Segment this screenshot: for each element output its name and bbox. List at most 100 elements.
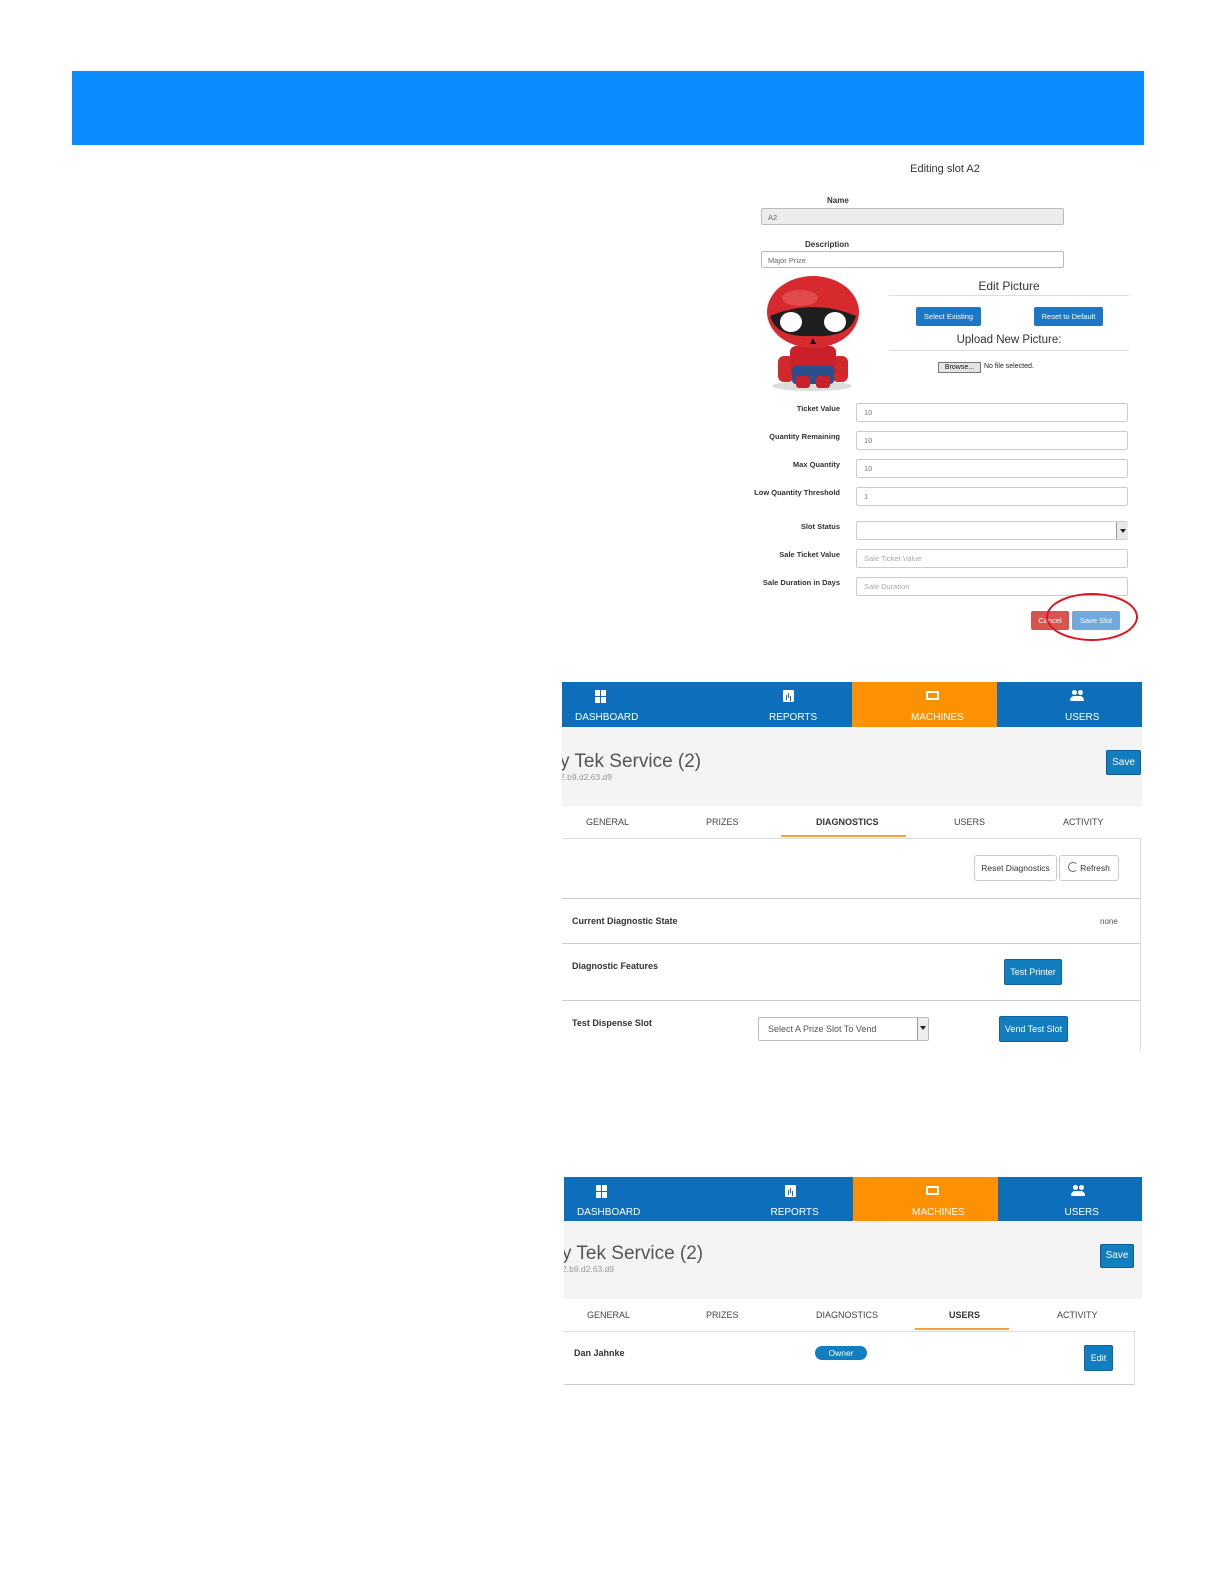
divider [562,1000,1140,1001]
nav-dashboard-label: DASHBOARD [577,1207,641,1218]
chevron-down-icon [917,1018,928,1040]
active-tab-indicator [781,835,906,837]
nav-users-label: USERS [1065,712,1100,723]
reset-default-button[interactable]: Reset to Default [1034,307,1103,326]
tab-diagnostics[interactable]: DIAGNOSTICS [816,817,879,827]
divider [562,943,1140,944]
sale-ticket-value-label: Sale Ticket Value [779,550,840,559]
users-icon [1070,690,1086,702]
nav-users[interactable]: USERS [997,682,1142,727]
prize-figure-image [760,276,870,394]
users-screenshot: DASHBOARD REPORTS MACHINES USERS y Tek S… [564,1177,1142,1387]
max-quantity-label: Max Quantity [792,460,840,469]
laptop-icon [926,691,939,700]
nav-users-label: USERS [1064,1207,1099,1218]
tab-activity[interactable]: ACTIVITY [1063,817,1104,827]
slot-status-label: Slot Status [800,522,840,531]
refresh-button[interactable]: Refresh [1059,855,1119,881]
dashboard-icon [596,1185,607,1198]
current-state-label: Current Diagnostic State [572,916,678,926]
test-dispense-label: Test Dispense Slot [572,1018,652,1028]
nav-reports[interactable]: REPORTS [707,682,852,727]
diagnostics-pane: Reset Diagnostics Refresh Current Diagno… [562,839,1141,1050]
machine-title: y Tek Service (2) [562,751,702,772]
description-field[interactable]: Major Prize [761,251,1064,268]
active-tab-indicator [915,1328,1009,1330]
edit-user-button[interactable]: Edit [1084,1345,1113,1371]
max-quantity-input[interactable]: 10 [856,459,1128,478]
quantity-remaining-label: Quantity Remaining [769,432,840,441]
main-nav: DASHBOARD REPORTS MACHINES USERS [562,682,1142,727]
upload-picture-title: Upload New Picture: [956,334,1062,346]
tab-users[interactable]: USERS [949,1310,980,1320]
current-state-value: none [1100,917,1118,926]
machine-id: 2.b9.d2.63.d9 [562,772,612,782]
nav-users[interactable]: USERS [998,1177,1143,1221]
nav-dashboard[interactable]: DASHBOARD [564,1177,709,1221]
save-button[interactable]: Save [1100,1244,1134,1268]
machine-header: y Tek Service (2) 2.b9.d2.63.d9 Save [562,727,1142,807]
machine-id: 2.b9.d2.63.d9 [564,1264,614,1274]
chevron-down-icon[interactable] [1116,522,1128,539]
edit-slot-title: Editing slot A2 [910,163,980,175]
tab-prizes[interactable]: PRIZES [706,817,739,827]
name-field[interactable]: A2 [761,208,1064,225]
highlight-circle [1046,593,1138,641]
reset-diagnostics-button[interactable]: Reset Diagnostics [974,855,1057,881]
header-banner [72,71,1144,145]
prize-slot-select-text: Select A Prize Slot To Vend [768,1024,877,1034]
sale-ticket-value-input[interactable]: Sale Ticket Value [856,549,1128,568]
reports-icon [783,690,794,702]
nav-reports-label: REPORTS [769,712,818,723]
nav-machines-label: MACHINES [912,1207,965,1218]
users-icon [1070,1185,1087,1197]
edit-picture-title: Edit Picture [978,279,1040,293]
diagnostics-screenshot: DASHBOARD REPORTS MACHINES USERS y Tek S… [562,682,1142,1050]
user-name: Dan Jahnke [574,1348,625,1358]
reports-icon [784,1185,796,1197]
slot-status-select[interactable] [856,521,1128,540]
nav-reports[interactable]: REPORTS [709,1177,854,1221]
nav-dashboard[interactable]: DASHBOARD [562,682,707,727]
no-file-text: No file selected. [984,363,1034,370]
select-existing-button[interactable]: Select Existing [916,307,981,326]
tab-activity[interactable]: ACTIVITY [1057,1310,1098,1320]
nav-dashboard-label: DASHBOARD [575,712,639,723]
tab-general[interactable]: GENERAL [587,1310,630,1320]
test-printer-button[interactable]: Test Printer [1004,959,1062,985]
divider [562,898,1140,899]
nav-machines[interactable]: MACHINES [852,682,997,727]
divider [889,350,1129,351]
tab-diagnostics[interactable]: DIAGNOSTICS [816,1310,878,1320]
ticket-value-label: Ticket Value [796,404,840,413]
machine-title: y Tek Service (2) [564,1243,704,1264]
nav-machines-label: MACHINES [911,712,964,723]
vend-test-slot-button[interactable]: Vend Test Slot [999,1016,1068,1042]
quantity-remaining-input[interactable]: 10 [856,431,1128,450]
refresh-icon [1068,862,1078,872]
prize-slot-select[interactable]: Select A Prize Slot To Vend [758,1017,929,1041]
ticket-value-input[interactable]: 10 [856,403,1128,422]
diagnostic-features-label: Diagnostic Features [572,961,659,971]
nav-machines[interactable]: MACHINES [853,1177,998,1221]
dashboard-icon [595,690,606,703]
machine-header: y Tek Service (2) 2.b9.d2.63.d9 Save [564,1221,1142,1299]
owner-badge: Owner [815,1346,867,1360]
users-pane: Dan Jahnke Owner Edit [564,1332,1135,1385]
description-label: Description [805,240,850,249]
low-quantity-threshold-label: Low Quantity Threshold [754,488,840,497]
main-nav: DASHBOARD REPORTS MACHINES USERS [564,1177,1142,1221]
browse-button[interactable]: Browse... [938,362,981,373]
sale-duration-label: Sale Duration in Days [762,578,840,587]
name-label: Name [827,196,849,205]
nav-reports-label: REPORTS [770,1207,819,1218]
tab-users[interactable]: USERS [954,817,985,827]
machine-subtabs: GENERAL PRIZES DIAGNOSTICS USERS ACTIVIT… [562,806,1142,839]
divider [889,295,1129,296]
save-button[interactable]: Save [1106,750,1141,775]
low-quantity-threshold-input[interactable]: 1 [856,487,1128,506]
tab-prizes[interactable]: PRIZES [706,1310,739,1320]
tab-general[interactable]: GENERAL [586,817,629,827]
refresh-label: Refresh [1080,863,1110,873]
laptop-icon [926,1186,939,1195]
